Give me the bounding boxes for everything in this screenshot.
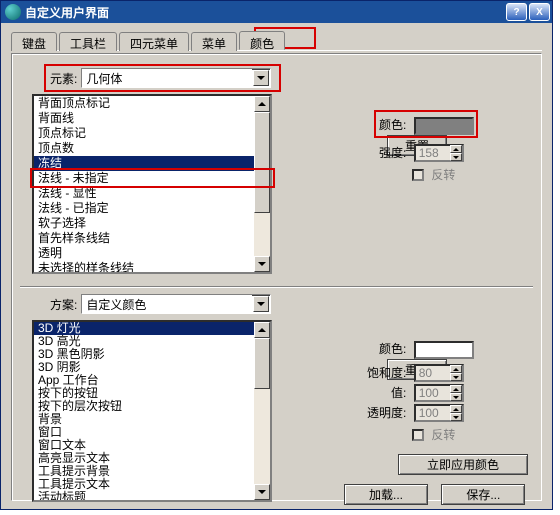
alpha-spinner[interactable]: 100 xyxy=(414,404,464,422)
scroll-track[interactable] xyxy=(254,112,270,256)
spinner-down-icon[interactable] xyxy=(450,393,462,401)
tabstrip: 键盘 工具栏 四元菜单 菜单 颜色 xyxy=(11,31,542,51)
list-item[interactable]: 法线 - 已指定 xyxy=(34,201,270,216)
strength-label: 强度: xyxy=(379,146,406,160)
alpha-label: 透明度: xyxy=(367,406,406,420)
alpha-value: 100 xyxy=(416,406,450,420)
val-value: 100 xyxy=(416,386,450,400)
list-item[interactable]: 背面顶点标记 xyxy=(34,96,270,111)
spinner-up-icon[interactable] xyxy=(450,385,462,393)
titlebar: 自定义用户界面 ? X xyxy=(1,1,552,23)
invert-label: 反转 xyxy=(431,168,455,182)
spinner-down-icon[interactable] xyxy=(450,153,462,161)
scheme-combo[interactable]: 自定义颜色 xyxy=(81,294,271,314)
list-item[interactable]: 透明 xyxy=(34,246,270,261)
list-item[interactable]: 冻结 xyxy=(34,156,270,171)
color-label: 颜色: xyxy=(379,342,406,356)
list-item[interactable]: 法线 - 显性 xyxy=(34,186,270,201)
client-area: 键盘 工具栏 四元菜单 菜单 颜色 元素: 几何体 背面顶点标记 背面线 顶点标… xyxy=(1,23,552,509)
tab-quads[interactable]: 四元菜单 xyxy=(119,32,189,51)
spinner-up-icon[interactable] xyxy=(450,405,462,413)
close-button[interactable]: X xyxy=(529,3,550,21)
list-item[interactable]: 顶点数 xyxy=(34,141,270,156)
list-item[interactable]: 按下的层次按钮 xyxy=(34,400,270,413)
val-row: 值: 100 xyxy=(391,384,464,402)
scrollbar[interactable] xyxy=(254,96,270,272)
scroll-down-icon[interactable] xyxy=(254,256,270,272)
app-icon xyxy=(5,4,21,20)
invert-row: 反转 xyxy=(412,166,455,183)
close-icon: X xyxy=(536,7,543,18)
invert-checkbox[interactable] xyxy=(412,429,424,441)
list-item[interactable]: 首先样条线结 xyxy=(34,231,270,246)
alpha-row: 透明度: 100 xyxy=(367,404,464,422)
spinner-down-icon[interactable] xyxy=(450,413,462,421)
sat-value: 80 xyxy=(416,366,450,380)
tab-content: 元素: 几何体 背面顶点标记 背面线 顶点标记 顶点数 冻结 法线 - 未指定 … xyxy=(11,53,542,501)
scroll-down-icon[interactable] xyxy=(254,484,270,500)
strength-row: 强度: 158 xyxy=(379,144,464,162)
scrollbar[interactable] xyxy=(254,322,270,500)
scroll-up-icon[interactable] xyxy=(254,322,270,338)
list-item[interactable]: 法线 - 未指定 xyxy=(34,171,270,186)
spinner-down-icon[interactable] xyxy=(450,373,462,381)
tab-colors[interactable]: 颜色 xyxy=(239,31,285,50)
apply-now-button[interactable]: 立即应用颜色 xyxy=(398,454,528,475)
scroll-thumb[interactable] xyxy=(254,338,270,389)
val-label: 值: xyxy=(391,386,406,400)
scroll-thumb[interactable] xyxy=(254,112,270,213)
invert-label: 反转 xyxy=(431,428,455,442)
tab-menus[interactable]: 菜单 xyxy=(191,32,237,51)
window: 自定义用户界面 ? X 键盘 工具栏 四元菜单 菜单 颜色 元素: 几何体 背面… xyxy=(0,0,553,510)
tab-keyboard[interactable]: 键盘 xyxy=(11,32,57,51)
spinner-up-icon[interactable] xyxy=(450,365,462,373)
sat-spinner[interactable]: 80 xyxy=(414,364,464,382)
scheme-combo-value: 自定义颜色 xyxy=(82,295,252,313)
scheme-row: 方案: 自定义颜色 xyxy=(50,294,271,314)
list-item[interactable]: 软子选择 xyxy=(34,216,270,231)
list-item[interactable]: 未选择的样条线结 xyxy=(34,261,270,274)
list-item[interactable]: 活动标题 xyxy=(34,491,270,502)
element-list[interactable]: 背面顶点标记 背面线 顶点标记 顶点数 冻结 法线 - 未指定 法线 - 显性 … xyxy=(32,94,272,274)
spinner-up-icon[interactable] xyxy=(450,145,462,153)
invert-checkbox[interactable] xyxy=(412,169,424,181)
scroll-up-icon[interactable] xyxy=(254,96,270,112)
help-icon: ? xyxy=(513,7,519,18)
val-spinner[interactable]: 100 xyxy=(414,384,464,402)
scroll-track[interactable] xyxy=(254,338,270,484)
scheme-label: 方案: xyxy=(50,296,77,313)
list-item[interactable]: 顶点标记 xyxy=(34,126,270,141)
scheme-list[interactable]: 3D 灯光 3D 高光 3D 黑色阴影 3D 阴影 App 工作台 按下的按钮 … xyxy=(32,320,272,502)
highlight-element xyxy=(44,64,281,92)
tab-toolbars[interactable]: 工具栏 xyxy=(59,32,117,51)
sat-row: 饱和度: 80 xyxy=(367,364,464,382)
save-button[interactable]: 保存... xyxy=(441,484,525,505)
window-title: 自定义用户界面 xyxy=(25,4,504,21)
color-swatch[interactable] xyxy=(414,341,474,359)
chevron-down-icon[interactable] xyxy=(253,296,269,312)
divider xyxy=(20,286,533,288)
list-item[interactable]: 背面线 xyxy=(34,111,270,126)
help-button[interactable]: ? xyxy=(506,3,527,21)
strength-spinner[interactable]: 158 xyxy=(414,144,464,162)
load-button[interactable]: 加载... xyxy=(344,484,428,505)
highlight-color xyxy=(374,110,478,138)
strength-value: 158 xyxy=(416,146,450,160)
invert-row-2: 反转 xyxy=(412,426,455,443)
sat-label: 饱和度: xyxy=(367,366,406,380)
list-item[interactable]: 背景 xyxy=(34,413,270,426)
